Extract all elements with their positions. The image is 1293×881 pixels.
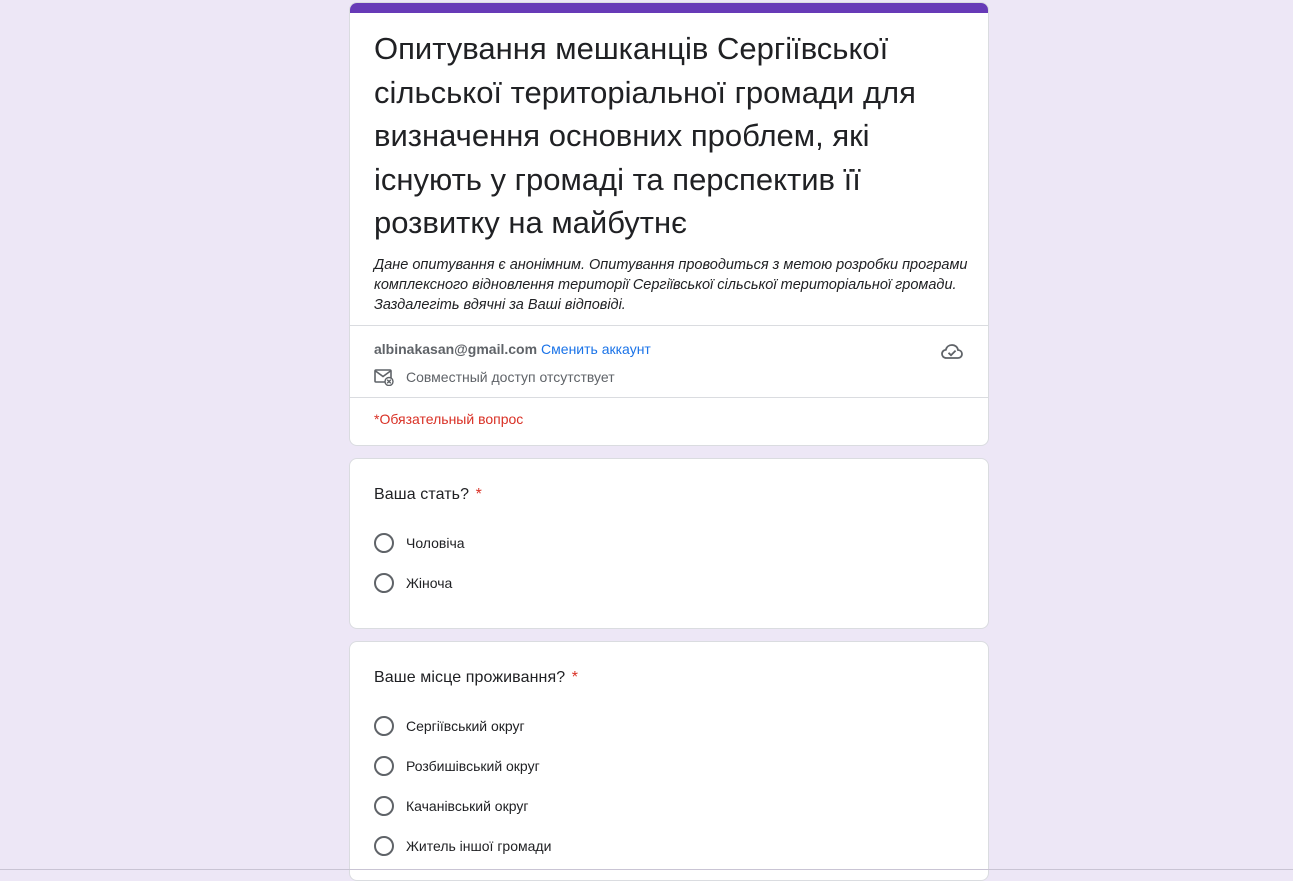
required-asterisk: *	[475, 486, 482, 503]
mail-off-icon	[374, 369, 394, 386]
question-card-gender: Ваша стать? * Чоловіча Жіноча	[349, 458, 989, 629]
option-label: Качанівський округ	[406, 798, 529, 814]
sharing-status-text: Совместный доступ отсутствует	[406, 369, 615, 385]
required-note: *Обязательный вопрос	[374, 411, 524, 427]
radio-option[interactable]: Качанівський округ	[374, 786, 964, 826]
form-header-card: Опитування мешканців Сергіївської сільсь…	[349, 2, 989, 446]
option-label: Розбишівський округ	[406, 758, 540, 774]
question-text: Ваше місце проживання?	[374, 669, 566, 686]
radio-button[interactable]	[374, 756, 394, 776]
account-row: albinakasan@gmail.com Сменить аккаунт	[374, 339, 651, 359]
window-bottom-edge	[0, 869, 1293, 870]
option-label: Житель іншої громади	[406, 838, 552, 854]
accent-bar	[350, 3, 988, 13]
question-title: Ваша стать? *	[374, 483, 964, 507]
sharing-status: Совместный доступ отсутствует	[374, 367, 615, 387]
radio-button[interactable]	[374, 836, 394, 856]
radio-option[interactable]: Чоловіча	[374, 523, 964, 563]
radio-button[interactable]	[374, 573, 394, 593]
form-title: Опитування мешканців Сергіївської сільсь…	[374, 31, 916, 240]
radio-option[interactable]: Сергіївський округ	[374, 706, 964, 746]
required-asterisk: *	[571, 669, 579, 686]
switch-account-link[interactable]: Сменить аккаунт	[541, 341, 651, 357]
question-card-residence: Ваше місце проживання? * Сергіївський ок…	[349, 641, 989, 881]
question-title: Ваше місце проживання? *	[374, 666, 964, 690]
cloud-check-icon	[941, 344, 963, 359]
option-label: Чоловіча	[406, 535, 465, 551]
radio-option[interactable]: Жіноча	[374, 563, 964, 603]
radio-option[interactable]: Розбишівський округ	[374, 746, 964, 786]
form-container: Опитування мешканців Сергіївської сільсь…	[349, 2, 989, 881]
option-label: Сергіївський округ	[406, 718, 525, 734]
question-text: Ваша стать?	[374, 486, 470, 503]
radio-option[interactable]: Житель іншої громади	[374, 826, 964, 866]
account-email: albinakasan@gmail.com	[374, 341, 538, 357]
divider	[350, 325, 988, 326]
radio-button[interactable]	[374, 796, 394, 816]
divider	[350, 397, 988, 398]
radio-button[interactable]	[374, 533, 394, 553]
radio-button[interactable]	[374, 716, 394, 736]
option-label: Жіноча	[406, 575, 453, 591]
form-description: Дане опитування є анонімним. Опитування …	[374, 257, 968, 313]
